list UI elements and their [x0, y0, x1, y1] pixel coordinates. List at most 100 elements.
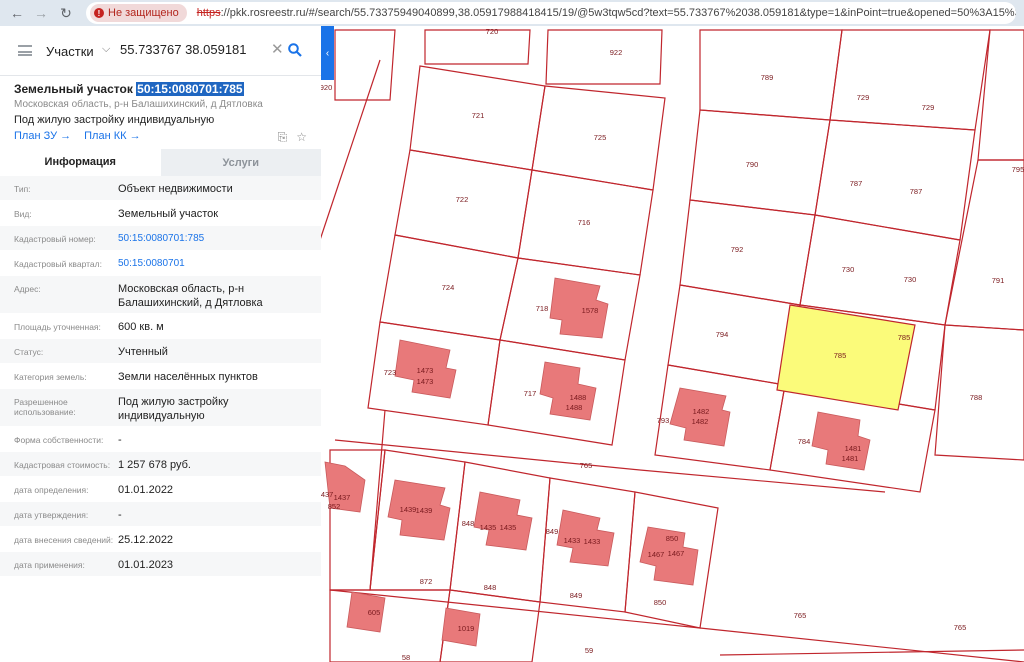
info-value: Земельный участок: [118, 208, 219, 220]
parcel[interactable]: [829, 29, 991, 131]
parcel-label: 725: [594, 133, 607, 142]
parcel[interactable]: [424, 29, 531, 65]
info-key: Форма собственности:: [14, 435, 104, 445]
parcel-label: 1488: [570, 393, 587, 402]
street-boundary: [369, 409, 386, 591]
parcel-label: 1467: [648, 550, 665, 559]
parcel-label: 721: [472, 111, 485, 120]
tabs: Информация Услуги: [0, 149, 321, 176]
back-icon[interactable]: ←: [8, 4, 26, 22]
address-bar[interactable]: ! Не защищено https ://pkk.rosreestr.ru/…: [86, 2, 1016, 24]
parcel-label: 605: [368, 608, 381, 617]
parcel-label: 850: [666, 534, 679, 543]
parcel-label: 1481: [842, 454, 859, 463]
info-value: -: [118, 434, 122, 446]
parcel-label: 787: [910, 187, 923, 196]
parcel-label: 1019: [458, 624, 475, 633]
parcel-label: 1439: [400, 505, 417, 514]
info-value: 01.01.2023: [118, 559, 174, 571]
browser-toolbar: ← → ↻ ! Не защищено https ://pkk.rosrees…: [0, 0, 1024, 26]
search-type-select[interactable]: Участки: [46, 44, 94, 59]
info-key: Кадастровый квартал:: [14, 259, 102, 269]
parcel-label: 1481: [845, 444, 862, 453]
tab-services[interactable]: Услуги: [160, 149, 321, 176]
parcel-label: 765: [580, 461, 593, 470]
cadastral-number-highlight[interactable]: 50:15:0080701:785: [136, 82, 244, 96]
info-key: Адрес:: [14, 284, 41, 294]
parcel-label: 730: [842, 265, 855, 274]
star-icon[interactable]: ☆: [296, 130, 307, 145]
info-row: дата утверждения: -: [0, 502, 321, 527]
parcel-label: 793: [657, 416, 670, 425]
object-address: Московская область, р-н Балашихинский, д…: [14, 99, 263, 110]
parcel[interactable]: [679, 199, 816, 306]
info-row: дата применения: 01.01.2023: [0, 552, 321, 577]
report-icon[interactable]: ⎘: [278, 130, 288, 145]
info-value: -: [118, 509, 122, 521]
tab-info[interactable]: Информация: [0, 149, 161, 176]
parcel[interactable]: [689, 109, 831, 216]
object-type-label: Земельный участок: [14, 82, 137, 96]
plan-kk-link[interactable]: План КК →: [84, 130, 140, 142]
info-value[interactable]: 50:15:0080701:785: [118, 226, 313, 250]
parcel[interactable]: [944, 159, 1024, 331]
collapse-panel-icon[interactable]: ‹: [321, 26, 334, 80]
info-value: Под жилую застройку индивидуальную: [118, 396, 229, 422]
parcel-label: 850: [654, 598, 667, 607]
parcel-label: 59: [585, 646, 593, 655]
object-title: Земельный участок 50:15:0080701:785: [14, 82, 311, 96]
parcel-label: 1482: [693, 407, 710, 416]
parcel-label: 785: [898, 333, 911, 342]
parcel-label: 794: [716, 330, 729, 339]
search-bar: Участки ⌵ ✕: [0, 26, 321, 76]
parcel-label: 795: [1012, 165, 1024, 174]
parcel[interactable]: [814, 119, 976, 241]
info-value: 25.12.2022: [118, 534, 174, 546]
security-label: Не защищено: [108, 7, 179, 19]
parcel[interactable]: [545, 29, 663, 85]
parcel-label: 729: [857, 93, 870, 102]
info-key: Статус:: [14, 347, 44, 357]
info-row: Кадастровый квартал: 50:15:0080701: [0, 251, 321, 276]
info-key: дата утверждения:: [14, 510, 89, 520]
building[interactable]: [473, 491, 533, 551]
parcel-label: 723: [384, 368, 397, 377]
forward-icon[interactable]: →: [32, 4, 50, 22]
info-key: дата применения:: [14, 560, 85, 570]
info-row: Тип: Объект недвижимости: [0, 176, 321, 201]
parcel-label: 1433: [564, 536, 581, 545]
parcel-label: 787: [850, 179, 863, 188]
plan-zu-link[interactable]: План ЗУ →: [14, 130, 71, 142]
parcel[interactable]: [394, 149, 533, 259]
parcel-label: 790: [746, 160, 759, 169]
info-value: 600 кв. м: [118, 321, 164, 333]
info-key: Кадастровая стоимость:: [14, 460, 111, 470]
parcel[interactable]: [977, 29, 1024, 161]
search-input[interactable]: [120, 42, 268, 57]
info-row: Форма собственности: -: [0, 427, 321, 452]
object-header: Земельный участок 50:15:0080701:785 Моск…: [14, 82, 311, 142]
info-key: Тип:: [14, 184, 31, 194]
chevron-down-icon[interactable]: ⌵: [102, 43, 110, 56]
menu-icon[interactable]: [18, 45, 32, 56]
info-value[interactable]: 50:15:0080701: [118, 251, 313, 275]
search-icon[interactable]: [288, 43, 302, 57]
security-badge[interactable]: ! Не защищено: [90, 4, 187, 22]
parcel-label: 785: [834, 351, 847, 360]
parcel-label: 1435: [480, 523, 497, 532]
parcel[interactable]: [334, 29, 396, 101]
parcel-label: 920: [320, 83, 333, 92]
close-icon[interactable]: ✕: [271, 40, 284, 58]
info-row: Категория земель: Земли населённых пункто…: [0, 364, 321, 389]
parcel-label: 58: [402, 653, 410, 662]
info-value: Московская область, р-н Балашихинский, д…: [118, 283, 263, 309]
info-row: Кадастровая стоимость: 1 257 678 руб.: [0, 452, 321, 477]
reload-icon[interactable]: ↻: [57, 4, 75, 22]
street-boundary: [329, 589, 701, 629]
info-key: дата определения:: [14, 485, 89, 495]
parcel-label: 792: [731, 245, 744, 254]
parcel-label: 1473: [417, 377, 434, 386]
building[interactable]: [549, 277, 609, 339]
info-row: дата определения: 01.01.2022: [0, 477, 321, 502]
street-boundary: [719, 649, 1024, 656]
